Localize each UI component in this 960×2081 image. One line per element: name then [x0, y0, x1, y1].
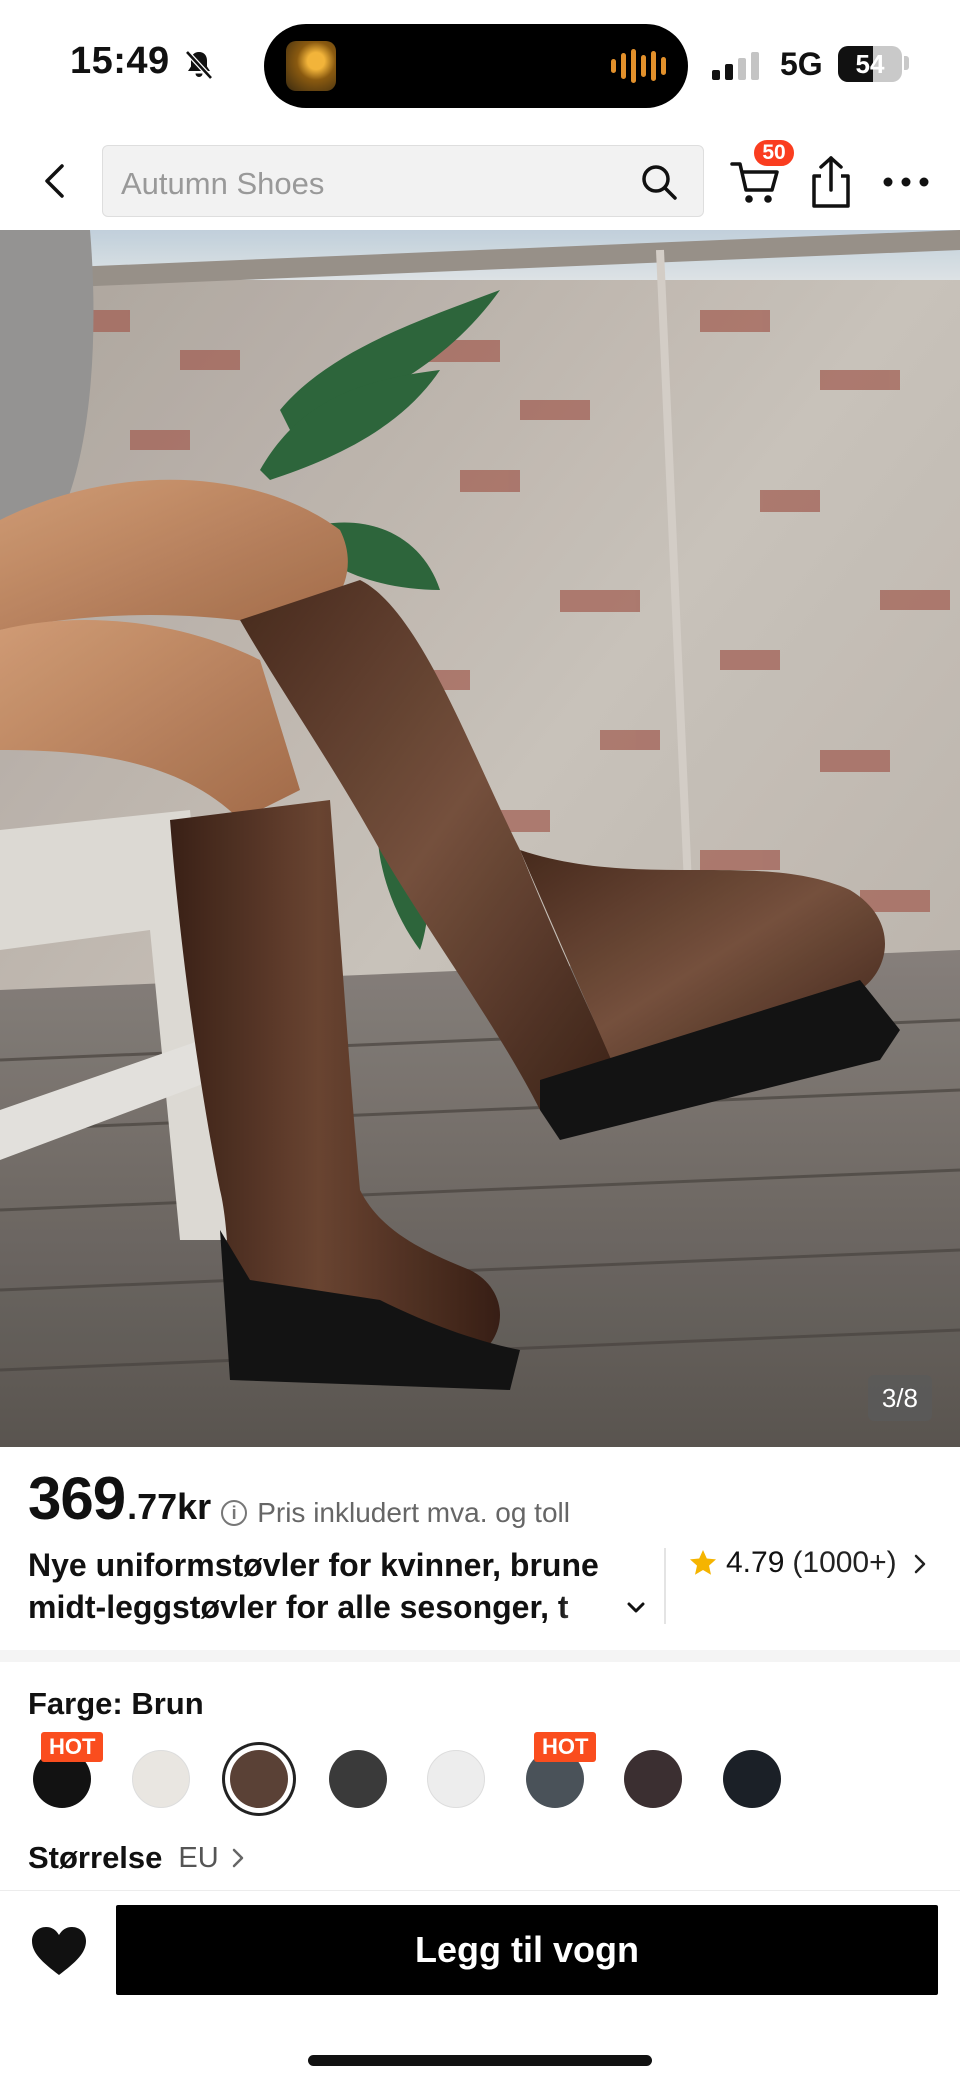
rating-summary[interactable]: 4.79 (1000+): [688, 1546, 897, 1580]
share-icon[interactable]: [808, 154, 854, 210]
color-swatch-dark-brown[interactable]: [624, 1750, 682, 1808]
search-icon[interactable]: [639, 162, 679, 202]
price-note[interactable]: i Pris inkludert mva. og toll: [221, 1497, 570, 1529]
hot-badge: HOT: [41, 1732, 104, 1762]
price-row: 369 .77kr i Pris inkludert mva. og toll: [28, 1464, 570, 1534]
info-icon: i: [221, 1500, 248, 1526]
chevron-right-icon: [232, 1848, 243, 1868]
now-playing-artwork: [286, 41, 336, 91]
bottom-action-bar: Legg til vogn: [0, 1890, 960, 2081]
status-time: 15:49: [70, 40, 170, 82]
color-swatch-dark-grey[interactable]: [329, 1750, 387, 1808]
top-nav-bar: Autumn Shoes 50: [0, 132, 960, 230]
product-title[interactable]: Nye uniformstøvler for kvinner, brune mi…: [28, 1544, 638, 1630]
home-indicator: [308, 2055, 652, 2066]
battery-icon: 54: [838, 46, 902, 82]
divider: [664, 1548, 666, 1624]
color-swatch-off-white[interactable]: [132, 1750, 190, 1808]
add-to-cart-button[interactable]: Legg til vogn: [116, 1905, 938, 1995]
price-note-text: Pris inkludert mva. og toll: [257, 1497, 570, 1528]
hot-badge: HOT: [534, 1732, 597, 1762]
chevron-left-icon[interactable]: [30, 156, 80, 206]
size-unit: EU: [178, 1841, 219, 1874]
dynamic-island: [264, 24, 688, 108]
status-bar: 15:49 5G 54: [0, 0, 960, 132]
battery-level: 54: [855, 49, 885, 79]
color-swatch-white[interactable]: [427, 1750, 485, 1808]
product-photo: [0, 230, 960, 1447]
section-divider: [0, 1650, 960, 1662]
audio-wave-icon: [611, 48, 666, 84]
product-image-gallery[interactable]: 3/8: [0, 230, 960, 1447]
title-fade: [560, 1588, 620, 1630]
star-icon: [690, 1550, 716, 1575]
image-counter: 3/8: [867, 1375, 932, 1421]
price-integer: 369: [28, 1465, 126, 1532]
bell-slash-icon: [185, 50, 213, 80]
chevron-down-icon[interactable]: [622, 1594, 650, 1622]
color-label: Farge: Brun: [28, 1686, 204, 1721]
chevron-right-icon[interactable]: [908, 1552, 932, 1576]
rating-count: (1000+): [792, 1546, 897, 1579]
more-icon[interactable]: [882, 174, 930, 190]
color-swatch-navy[interactable]: [723, 1750, 781, 1808]
heart-icon[interactable]: [28, 1921, 90, 1983]
network-label: 5G: [780, 46, 823, 82]
color-swatch-brown[interactable]: [230, 1750, 288, 1808]
search-placeholder: Autumn Shoes: [121, 166, 325, 201]
price-decimal: .77kr: [127, 1486, 212, 1527]
search-input[interactable]: Autumn Shoes: [102, 145, 704, 217]
size-selector[interactable]: Størrelse EU: [28, 1840, 249, 1876]
cart-count-badge: 50: [752, 138, 796, 168]
rating-value: 4.79: [726, 1546, 785, 1579]
battery-tip: [904, 56, 909, 70]
signal-icon: [712, 52, 759, 80]
size-label: Størrelse: [28, 1840, 163, 1875]
